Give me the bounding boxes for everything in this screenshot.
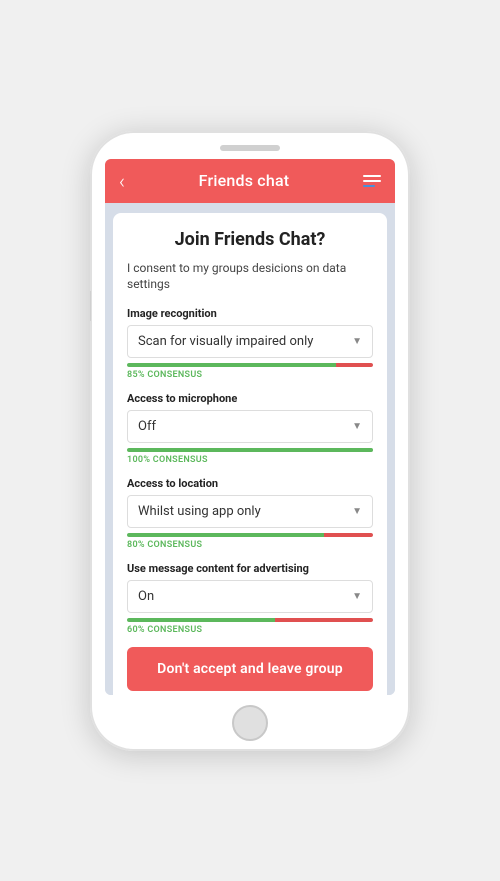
consensus-bar-advertising (127, 618, 373, 622)
dropdown-arrow-advertising: ▼ (352, 591, 362, 602)
home-button[interactable] (232, 705, 268, 741)
consensus-label-image-recognition: 85% CONSENSUS (127, 370, 373, 380)
reject-button[interactable]: Don't accept and leave group (127, 647, 373, 691)
content-area: Join Friends Chat? I consent to my group… (105, 203, 395, 695)
consensus-red-advertising (275, 618, 373, 622)
dropdown-value-microphone: Off (138, 419, 156, 434)
setting-location: Access to location Whilst using app only… (127, 477, 373, 550)
consensus-green-advertising (127, 618, 275, 622)
dropdown-value-location: Whilst using app only (138, 504, 261, 519)
top-bar: ‹ Friends chat (105, 159, 395, 203)
dropdown-arrow-location: ▼ (352, 506, 362, 517)
consensus-red-image-recognition (336, 363, 373, 367)
consensus-bar-microphone (127, 448, 373, 452)
consensus-green-location (127, 533, 324, 537)
menu-line-3 (363, 185, 375, 187)
setting-label-advertising: Use message content for advertising (127, 562, 373, 575)
setting-label-image-recognition: Image recognition (127, 307, 373, 320)
dropdown-arrow-image-recognition: ▼ (352, 336, 362, 347)
setting-microphone: Access to microphone Off ▼ 100% CONSENSU… (127, 392, 373, 465)
side-button (90, 291, 91, 321)
phone-frame: ‹ Friends chat Join Friends Chat? I cons… (90, 131, 410, 751)
consensus-label-advertising: 60% CONSENSUS (127, 625, 373, 635)
menu-button[interactable] (363, 175, 381, 187)
consensus-green-microphone (127, 448, 373, 452)
join-card: Join Friends Chat? I consent to my group… (113, 213, 387, 695)
dropdown-image-recognition[interactable]: Scan for visually impaired only ▼ (127, 325, 373, 358)
back-button[interactable]: ‹ (119, 171, 125, 191)
phone-speaker (220, 145, 280, 151)
phone-screen: ‹ Friends chat Join Friends Chat? I cons… (105, 159, 395, 695)
setting-label-microphone: Access to microphone (127, 392, 373, 405)
consensus-green-image-recognition (127, 363, 336, 367)
dropdown-value-advertising: On (138, 589, 154, 604)
consensus-red-location (324, 533, 373, 537)
dropdown-value-image-recognition: Scan for visually impaired only (138, 334, 313, 349)
menu-line-2 (363, 180, 381, 182)
dropdown-location[interactable]: Whilst using app only ▼ (127, 495, 373, 528)
dropdown-arrow-microphone: ▼ (352, 421, 362, 432)
consensus-bar-location (127, 533, 373, 537)
setting-label-location: Access to location (127, 477, 373, 490)
consensus-label-microphone: 100% CONSENSUS (127, 455, 373, 465)
consensus-bar-image-recognition (127, 363, 373, 367)
card-title: Join Friends Chat? (127, 229, 373, 250)
app-title: Friends chat (199, 171, 290, 190)
dropdown-microphone[interactable]: Off ▼ (127, 410, 373, 443)
menu-line-1 (363, 175, 381, 177)
card-subtitle: I consent to my groups desicions on data… (127, 260, 373, 294)
consensus-label-location: 80% CONSENSUS (127, 540, 373, 550)
setting-advertising: Use message content for advertising On ▼… (127, 562, 373, 635)
dropdown-advertising[interactable]: On ▼ (127, 580, 373, 613)
setting-image-recognition: Image recognition Scan for visually impa… (127, 307, 373, 380)
